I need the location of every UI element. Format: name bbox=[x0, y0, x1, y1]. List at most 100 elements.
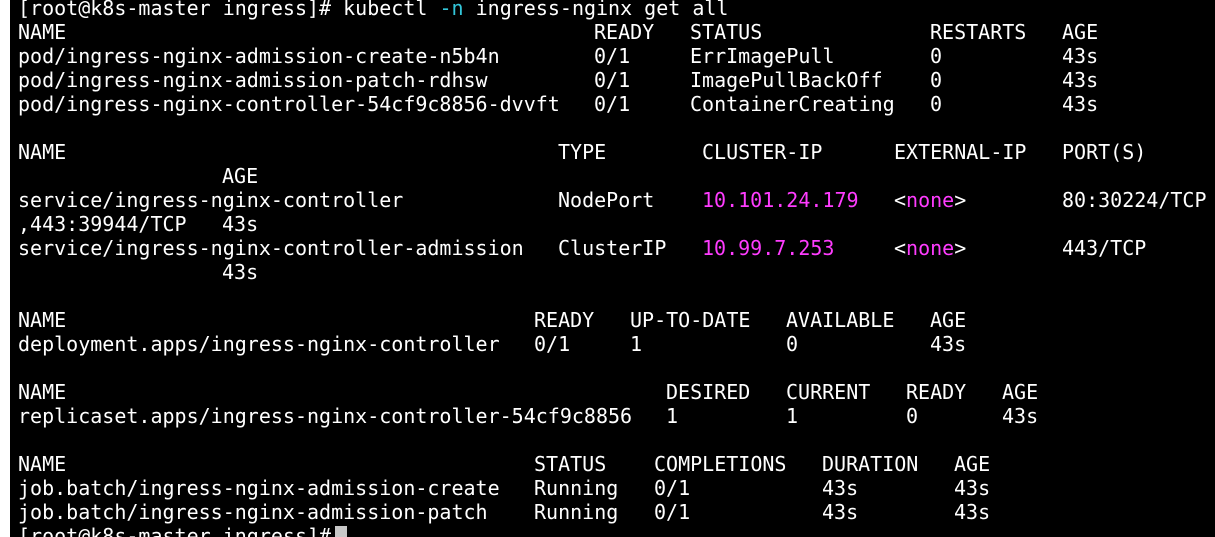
service-ports: 443/TCP bbox=[1062, 236, 1147, 260]
header-age: AGE bbox=[930, 308, 967, 332]
replicaset-ready: 0 bbox=[906, 404, 919, 428]
header-current: CURRENT bbox=[786, 380, 871, 404]
header-name: NAME bbox=[18, 380, 67, 404]
header-type: TYPE bbox=[558, 140, 607, 164]
job-duration: 43s bbox=[822, 500, 859, 524]
deployments-header: NAME READY UP-TO-DATE AVAILABLE AGE bbox=[18, 308, 1215, 332]
deployment-row: deployment.apps/ingress-nginx-controller… bbox=[18, 332, 1215, 356]
header-ready: READY bbox=[594, 20, 655, 44]
header-available: AVAILABLE bbox=[786, 308, 895, 332]
header-desired: DESIRED bbox=[666, 380, 751, 404]
pod-status: ImagePullBackOff bbox=[690, 68, 883, 92]
pod-status: ErrImagePull bbox=[690, 44, 835, 68]
command-name: kubectl bbox=[343, 0, 428, 20]
service-name: service/ingress-nginx-controller-admissi… bbox=[18, 236, 524, 260]
header-ready: READY bbox=[534, 308, 595, 332]
job-age: 43s bbox=[954, 500, 991, 524]
pod-name: pod/ingress-nginx-controller-54cf9c8856-… bbox=[18, 92, 560, 116]
final-prompt-line[interactable]: [root@k8s-master ingress]# bbox=[18, 524, 1215, 537]
job-age: 43s bbox=[954, 476, 991, 500]
cursor[interactable] bbox=[335, 526, 348, 537]
deployment-ready: 0/1 bbox=[534, 332, 571, 356]
replicaset-age: 43s bbox=[1002, 404, 1039, 428]
service-age: 43s bbox=[222, 260, 259, 284]
pod-restarts: 0 bbox=[930, 92, 943, 116]
replicaset-name: replicaset.apps/ingress-nginx-controller… bbox=[18, 404, 633, 428]
job-name: job.batch/ingress-nginx-admission-patch bbox=[18, 500, 488, 524]
replicaset-desired: 1 bbox=[666, 404, 679, 428]
command-args: ingress-nginx get all bbox=[475, 0, 729, 20]
pod-row: pod/ingress-nginx-controller-54cf9c8856-… bbox=[18, 92, 1215, 116]
service-age: 43s bbox=[222, 212, 259, 236]
service-type: ClusterIP bbox=[558, 236, 667, 260]
command-flag: -n bbox=[439, 0, 464, 20]
header-completions: COMPLETIONS bbox=[654, 452, 787, 476]
pod-ready: 0/1 bbox=[594, 68, 631, 92]
pod-restarts: 0 bbox=[930, 68, 943, 92]
service-ports: 80:30224/TCP bbox=[1062, 188, 1207, 212]
service-row-wrap: ,443:39944/TCP 43s bbox=[18, 212, 1215, 236]
service-cluster-ip: 10.99.7.253 bbox=[702, 236, 835, 260]
header-duration: DURATION bbox=[822, 452, 919, 476]
job-status: Running bbox=[534, 476, 619, 500]
job-completions: 0/1 bbox=[654, 500, 691, 524]
deployment-up-to-date: 1 bbox=[630, 332, 643, 356]
replicasets-header: NAME DESIRED CURRENT READY AGE bbox=[18, 380, 1215, 404]
pod-age: 43s bbox=[1062, 44, 1099, 68]
header-status: STATUS bbox=[534, 452, 607, 476]
pod-age: 43s bbox=[1062, 92, 1099, 116]
replicaset-current: 1 bbox=[786, 404, 799, 428]
header-name: NAME bbox=[18, 140, 67, 164]
pod-ready: 0/1 bbox=[594, 44, 631, 68]
pod-status: ContainerCreating bbox=[690, 92, 895, 116]
job-row: job.batch/ingress-nginx-admission-create… bbox=[18, 476, 1215, 500]
pod-name: pod/ingress-nginx-admission-create-n5b4n bbox=[18, 44, 500, 68]
external-ip-value: none bbox=[906, 188, 955, 212]
jobs-header: NAME STATUS COMPLETIONS DURATION AGE bbox=[18, 452, 1215, 476]
replicaset-row: replicaset.apps/ingress-nginx-controller… bbox=[18, 404, 1215, 428]
shell-prompt: [root@k8s-master ingress]# bbox=[18, 0, 332, 20]
header-ports: PORT(S) bbox=[1062, 140, 1147, 164]
services-header: NAME TYPE CLUSTER-IP EXTERNAL-IP PORT(S) bbox=[18, 140, 1215, 164]
header-cluster-ip: CLUSTER-IP bbox=[702, 140, 823, 164]
deployment-age: 43s bbox=[930, 332, 967, 356]
shell-prompt: [root@k8s-master ingress]# bbox=[18, 524, 332, 537]
header-external-ip: EXTERNAL-IP bbox=[894, 140, 1027, 164]
header-status: STATUS bbox=[690, 20, 763, 44]
deployment-name: deployment.apps/ingress-nginx-controller bbox=[18, 332, 500, 356]
header-age: AGE bbox=[1062, 20, 1099, 44]
external-ip-value: none bbox=[906, 236, 955, 260]
job-completions: 0/1 bbox=[654, 476, 691, 500]
header-restarts: RESTARTS bbox=[930, 20, 1027, 44]
service-external-ip: <none> bbox=[894, 236, 967, 260]
header-up-to-date: UP-TO-DATE bbox=[630, 308, 751, 332]
header-name: NAME bbox=[18, 308, 67, 332]
job-row: job.batch/ingress-nginx-admission-patch … bbox=[18, 500, 1215, 524]
header-age: AGE bbox=[1002, 380, 1039, 404]
pod-age: 43s bbox=[1062, 68, 1099, 92]
service-row: service/ingress-nginx-controller NodePor… bbox=[18, 188, 1215, 212]
header-name: NAME bbox=[18, 20, 67, 44]
pod-ready: 0/1 bbox=[594, 92, 631, 116]
service-external-ip: <none> bbox=[894, 188, 967, 212]
terminal-window[interactable]: [root@k8s-master ingress]# kubectl -n in… bbox=[10, 0, 1215, 537]
job-duration: 43s bbox=[822, 476, 859, 500]
deployment-available: 0 bbox=[786, 332, 799, 356]
job-name: job.batch/ingress-nginx-admission-create bbox=[18, 476, 500, 500]
services-header-wrap: AGE bbox=[18, 164, 1215, 188]
service-row: service/ingress-nginx-controller-admissi… bbox=[18, 236, 1215, 260]
header-age: AGE bbox=[954, 452, 991, 476]
service-type: NodePort bbox=[558, 188, 655, 212]
service-name: service/ingress-nginx-controller bbox=[18, 188, 404, 212]
service-row-wrap: 43s bbox=[18, 260, 1215, 284]
command-line: [root@k8s-master ingress]# kubectl -n in… bbox=[18, 0, 1215, 20]
pods-header: NAME READY STATUS RESTARTS AGE bbox=[18, 20, 1215, 44]
header-ready: READY bbox=[906, 380, 967, 404]
pod-restarts: 0 bbox=[930, 44, 943, 68]
service-ports-continued: ,443:39944/TCP bbox=[18, 212, 187, 236]
header-name: NAME bbox=[18, 452, 67, 476]
pod-row: pod/ingress-nginx-admission-patch-rdhsw … bbox=[18, 68, 1215, 92]
